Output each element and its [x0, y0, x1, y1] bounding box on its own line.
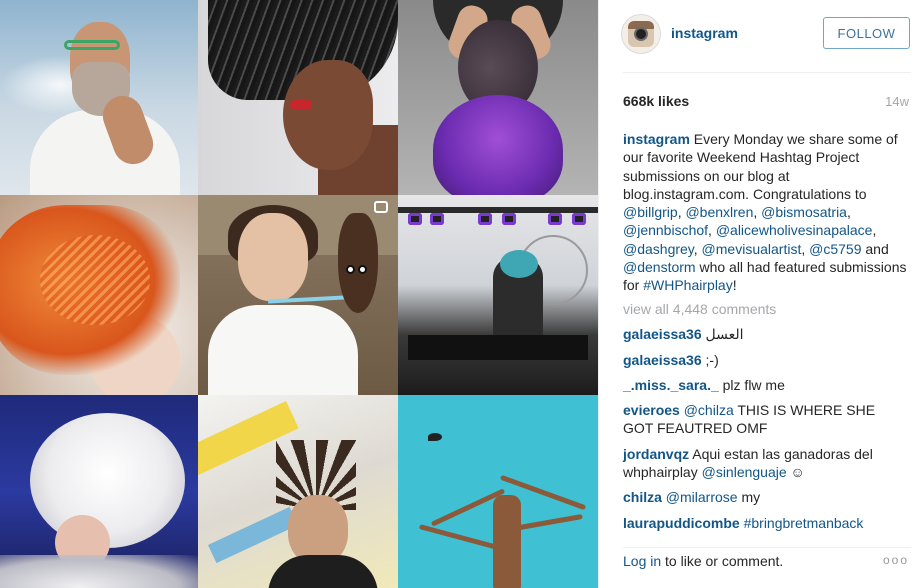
hashtag-link[interactable]: #bringbretmanback: [744, 515, 864, 531]
tile-figure: [283, 60, 373, 170]
tile-figure: [208, 305, 358, 395]
more-options-icon[interactable]: ooo: [883, 553, 909, 567]
tile-figure: [548, 213, 562, 225]
comment-item: evieroes @chilza THIS IS WHERE SHE GOT F…: [623, 401, 907, 438]
smiley-icon: ☺: [786, 464, 805, 481]
follow-button[interactable]: FOLLOW: [823, 17, 910, 49]
tile-figure: [30, 413, 185, 548]
mention-link[interactable]: @denstorm: [623, 259, 696, 275]
avatar[interactable]: [621, 14, 661, 54]
tile-figure: [433, 95, 563, 195]
post-footer: Log in to like or comment. ooo: [599, 547, 918, 588]
mention-link[interactable]: @c5759: [809, 241, 861, 257]
comment-text: العسل: [701, 326, 744, 343]
caption-username[interactable]: instagram: [623, 131, 690, 147]
tile-figure: [40, 235, 150, 325]
tile-figure: [398, 207, 598, 213]
tile-figure: [346, 265, 355, 274]
view-all-comments-link[interactable]: view all 4,448 comments: [623, 300, 907, 318]
comment-username[interactable]: chilza: [623, 489, 662, 505]
mention-link[interactable]: @milarrose: [666, 489, 738, 505]
comment-username[interactable]: galaeissa36: [623, 326, 702, 342]
mention-link[interactable]: @sinlenguaje: [702, 464, 787, 480]
comment-username[interactable]: galaeissa36: [623, 352, 702, 368]
comment-text: ;-): [701, 351, 719, 368]
photo-tile-orange-hair[interactable]: [0, 195, 198, 395]
tile-figure: [338, 213, 378, 313]
post-panel: instagram FOLLOW 668k likes 14w instagra…: [598, 0, 918, 588]
mention-link[interactable]: @billgrip: [623, 204, 678, 220]
mention-link[interactable]: @alicewholivesinapalace: [716, 222, 873, 238]
comment-list: view all 4,448 comments galaeissa36 العس…: [623, 300, 907, 539]
camera-badge-icon: [374, 201, 388, 213]
tile-figure: [268, 555, 378, 588]
tile-figure: [64, 40, 120, 50]
caption: instagram Every Monday we share some of …: [623, 131, 907, 294]
post-age[interactable]: 14w: [885, 94, 909, 109]
comment-text: my: [737, 489, 761, 506]
comment-username[interactable]: _.miss._sara._: [623, 377, 719, 393]
tile-figure: [238, 213, 308, 301]
comment-item: chilza @milarrose my: [623, 488, 907, 506]
photo-tile-white-afro[interactable]: [0, 395, 198, 588]
tile-figure: [493, 495, 521, 588]
photo-tile-purple-hair[interactable]: [398, 0, 598, 195]
caption-text: !: [732, 277, 737, 294]
photo-tile-bearded-man[interactable]: [0, 0, 198, 195]
mention-link[interactable]: @chilza: [684, 402, 734, 418]
tile-figure: [502, 213, 516, 225]
tile-figure: [358, 265, 367, 274]
tile-figure: [500, 250, 538, 278]
comment-item: galaeissa36 العسل: [623, 325, 907, 343]
post-header: instagram FOLLOW: [599, 0, 918, 72]
photo-grid: [0, 0, 598, 588]
tile-figure: [428, 433, 442, 441]
login-text: to like or comment.: [661, 553, 784, 569]
login-prompt: Log in to like or comment.: [623, 553, 783, 569]
mention-link[interactable]: @mevisualartist: [702, 241, 802, 257]
tile-figure: [408, 213, 422, 225]
tile-figure: [408, 335, 588, 360]
mention-link[interactable]: @bismosatria: [761, 204, 847, 220]
mention-link[interactable]: @benxlren: [685, 204, 753, 220]
username-link[interactable]: instagram: [671, 25, 738, 41]
tile-figure: [572, 213, 586, 225]
comment-username[interactable]: jordanvqz: [623, 446, 689, 462]
comment-username[interactable]: laurapuddicombe: [623, 515, 740, 531]
photo-tile-dj[interactable]: [398, 195, 598, 395]
comment-item: galaeissa36 ;-): [623, 351, 907, 369]
tile-figure: [478, 213, 492, 225]
comment-item: laurapuddicombe #bringbretmanback: [623, 514, 907, 532]
mention-link[interactable]: @dashgrey: [623, 241, 694, 257]
lens-icon: [634, 27, 648, 41]
comment-username[interactable]: evieroes: [623, 402, 680, 418]
tile-figure: [290, 100, 312, 110]
likes-count[interactable]: 668k likes: [623, 93, 689, 109]
mention-link[interactable]: @jennbischof: [623, 222, 708, 238]
comment-item: jordanvqz Aqui estan las ganadoras del w…: [623, 445, 907, 482]
photo-tile-toothbrush[interactable]: [198, 195, 398, 395]
login-link[interactable]: Log in: [623, 553, 661, 569]
tile-figure: [513, 513, 583, 532]
divider: [623, 72, 911, 73]
photo-tile-mohawk[interactable]: [198, 395, 398, 588]
tile-figure: [0, 555, 198, 588]
tile-figure: [207, 506, 299, 564]
divider: [623, 547, 911, 548]
hashtag-link[interactable]: #WHPhairplay: [643, 277, 732, 293]
photo-tile-tree-hair[interactable]: [398, 395, 598, 588]
comment-text: plz flw me: [718, 376, 785, 393]
comment-item: _.miss._sara._ plz flw me: [623, 376, 907, 394]
tile-figure: [418, 524, 503, 551]
tile-figure: [430, 213, 444, 225]
photo-tile-braids[interactable]: [198, 0, 398, 195]
